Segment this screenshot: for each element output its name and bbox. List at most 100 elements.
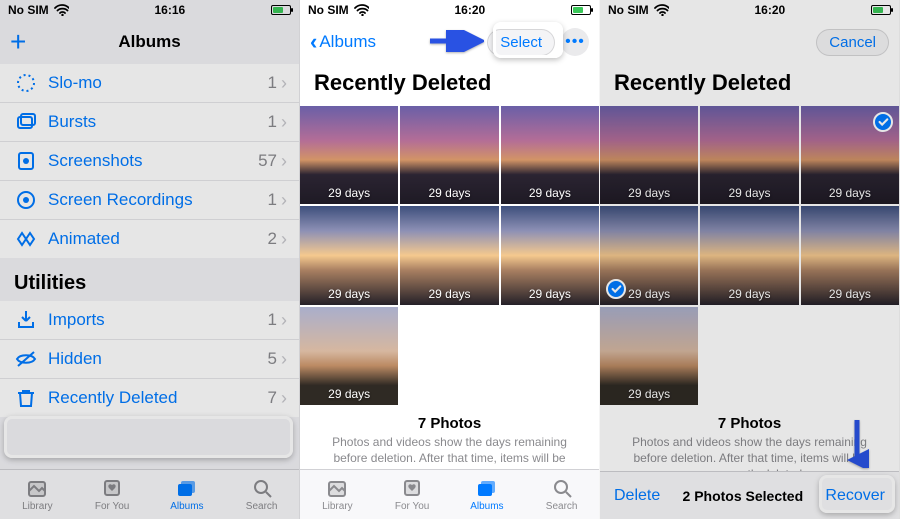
days-remaining: 29 days [300,287,398,301]
photo-thumbnail[interactable]: 29 days [501,106,599,204]
row-label: Animated [40,229,268,249]
more-button[interactable]: ••• [561,28,589,56]
days-remaining: 29 days [801,287,899,301]
row-count: 5 [268,349,277,369]
cancel-button[interactable]: Cancel [816,29,889,56]
selection-toolbar: Delete 2 Photos Selected Recover [600,471,899,519]
photo-thumbnail[interactable]: 29 days [700,206,798,304]
selection-count: 2 Photos Selected [683,488,804,504]
photo-grid: 29 days29 days29 days29 days29 days29 da… [600,106,899,405]
bursts-icon [12,110,40,134]
days-remaining: 29 days [501,287,599,301]
slomo-icon [12,71,40,95]
trash-icon [12,386,40,410]
photo-thumbnail[interactable]: 29 days [600,106,698,204]
row-count: 57 [258,151,277,171]
clock: 16:20 [754,3,785,17]
photo-grid: 29 days29 days29 days29 days29 days29 da… [300,106,599,405]
carrier-text: No SIM [8,3,49,17]
for-you-icon [400,477,424,499]
row-count: 1 [268,190,277,210]
row-count: 1 [268,112,277,132]
clock: 16:16 [154,3,185,17]
days-remaining: 29 days [501,186,599,200]
list-row-slomo[interactable]: Slo-mo1› [0,64,299,102]
status-bar: No SIM 16:20 [300,0,599,20]
row-count: 1 [268,310,277,330]
tab-albums[interactable]: Albums [150,470,225,519]
tab-library[interactable]: Library [300,470,375,519]
chevron-right-icon: › [281,229,287,250]
tab-albums[interactable]: Albums [450,470,525,519]
tab-for-you[interactable]: For You [75,470,150,519]
page-title: Recently Deleted [300,64,599,106]
hidden-icon [12,347,40,371]
photo-thumbnail[interactable]: 29 days [801,106,899,204]
screens-icon [12,149,40,173]
record-icon [12,188,40,212]
photo-thumbnail[interactable]: 29 days [600,307,698,405]
list-row-animated[interactable]: Animated2› [0,219,299,258]
select-button[interactable]: Select [487,29,555,56]
wifi-icon [653,2,669,19]
list-row-trash[interactable]: Recently Deleted7› [0,378,299,417]
list-row-record[interactable]: Screen Recordings1› [0,180,299,219]
tab-search[interactable]: Search [524,470,599,519]
row-label: Hidden [40,349,268,369]
search-icon [550,477,574,499]
photo-thumbnail[interactable]: 29 days [300,206,398,304]
utilities-list: Imports1›Hidden5›Recently Deleted7› [0,301,299,417]
list-row-imports[interactable]: Imports1› [0,301,299,339]
chevron-right-icon: › [281,73,287,94]
library-icon [25,477,49,499]
battery-icon [871,5,891,15]
days-remaining: 29 days [700,287,798,301]
row-count: 7 [268,388,277,408]
recover-button[interactable]: Recover [825,487,885,505]
wifi-icon [53,2,69,19]
row-label: Slo-mo [40,73,268,93]
animated-icon [12,227,40,251]
add-album-button[interactable]: + [10,28,26,56]
screen-recently-deleted-selecting: No SIM 16:20 Cancel Recently Deleted 29 … [600,0,900,519]
row-label: Bursts [40,112,268,132]
days-remaining: 29 days [300,387,398,401]
tab-for-you[interactable]: For You [375,470,450,519]
list-row-hidden[interactable]: Hidden5› [0,339,299,378]
days-remaining: 29 days [600,387,698,401]
photo-thumbnail[interactable]: 29 days [300,106,398,204]
utilities-header: Utilities [0,258,299,301]
for-you-icon [100,477,124,499]
tab-search[interactable]: Search [224,470,299,519]
photo-thumbnail[interactable]: 29 days [700,106,798,204]
screen-recently-deleted: No SIM 16:20 ‹Albums Select ••• Recently… [300,0,600,519]
days-remaining: 29 days [801,186,899,200]
photo-thumbnail[interactable]: 29 days [600,206,698,304]
photo-thumbnail[interactable]: 29 days [801,206,899,304]
nav-bar: + Albums [0,20,299,64]
chevron-left-icon: ‹ [310,29,317,55]
search-icon [250,477,274,499]
carrier-text: No SIM [308,3,349,17]
list-row-screens[interactable]: Screenshots57› [0,141,299,180]
chevron-right-icon: › [281,112,287,133]
nav-bar: ‹Albums Select ••• [300,20,599,64]
photo-thumbnail[interactable]: 29 days [300,307,398,405]
chevron-right-icon: › [281,310,287,331]
photo-thumbnail[interactable]: 29 days [400,206,498,304]
battery-icon [571,5,591,15]
photo-thumbnail[interactable]: 29 days [400,106,498,204]
library-icon [325,477,349,499]
battery-icon [271,5,291,15]
chevron-right-icon: › [281,349,287,370]
nav-title: Albums [0,32,299,52]
albums-icon [475,477,499,499]
delete-button[interactable]: Delete [614,487,660,505]
back-albums-button[interactable]: ‹Albums [310,29,376,55]
tab-library[interactable]: Library [0,470,75,519]
callout-recently-deleted-row [4,416,293,458]
photo-thumbnail[interactable]: 29 days [501,206,599,304]
photo-count: 7 Photos [322,415,577,432]
list-row-bursts[interactable]: Bursts1› [0,102,299,141]
screen-albums-list: No SIM 16:16 + Albums Slo-mo1›Bursts1›Sc… [0,0,300,519]
